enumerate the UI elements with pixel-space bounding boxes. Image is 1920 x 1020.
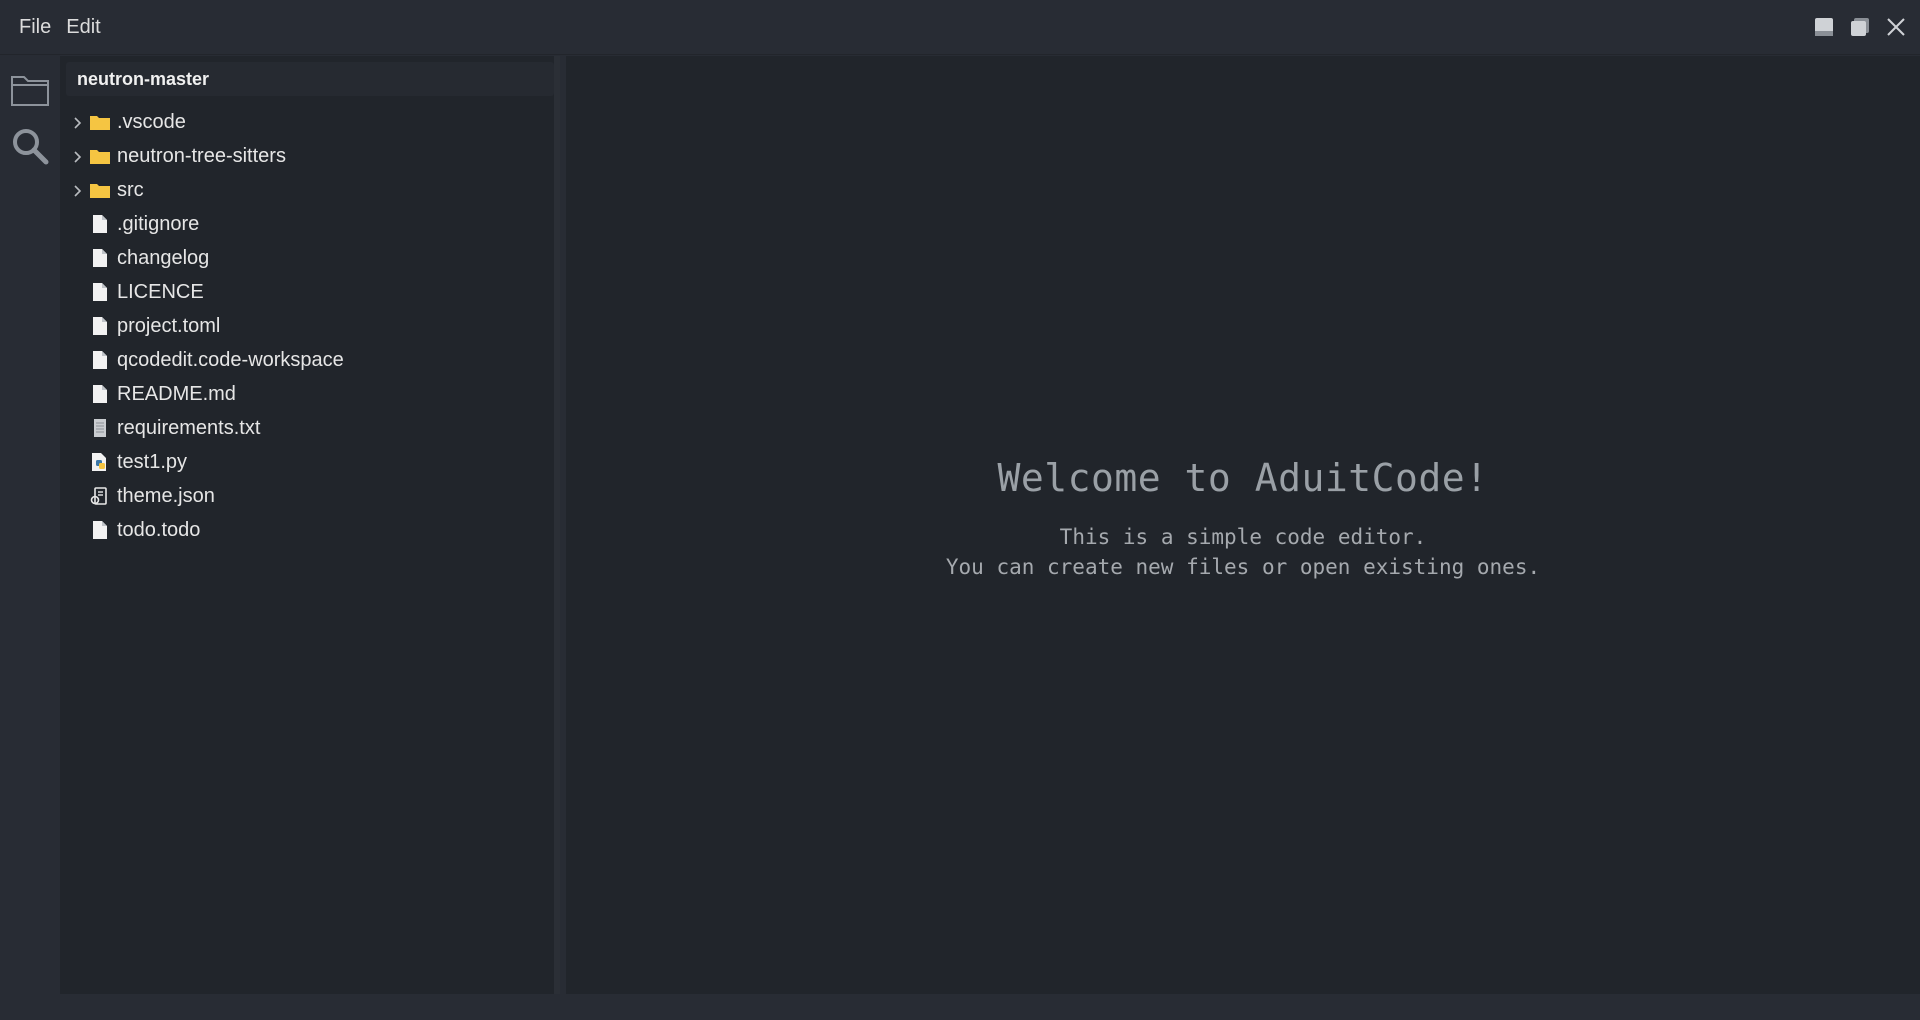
tree-item-label: todo.todo (117, 519, 201, 541)
tree-item-label: theme.json (117, 485, 215, 507)
tree-item-label: test1.py (117, 451, 188, 473)
tree-item-label: .vscode (117, 111, 186, 133)
tree-item-readme[interactable]: README.md (60, 378, 554, 412)
json-file-icon (90, 486, 110, 506)
explorer-button[interactable] (10, 70, 50, 110)
file-icon (90, 520, 110, 540)
tree-item-label: README.md (117, 383, 236, 405)
minimize-icon (1815, 18, 1833, 36)
tree-item-changelog[interactable]: changelog (60, 242, 554, 276)
tree-item-label: project.toml (117, 315, 221, 337)
menu-bar: File Edit (19, 16, 101, 39)
folder-icon (11, 76, 49, 106)
editor-area[interactable]: Welcome to AduitCode! This is a simple c… (566, 56, 1920, 994)
menu-edit[interactable]: Edit (66, 16, 100, 39)
welcome-line-2: You can create new files or open existin… (945, 555, 1541, 579)
tree-item-gitignore[interactable]: .gitignore (60, 208, 554, 242)
status-bar (0, 994, 1920, 1020)
search-button[interactable] (10, 126, 50, 166)
maximize-button[interactable] (1850, 16, 1870, 38)
file-tree: .vscode neutron-tree-sitters src .gitign… (60, 106, 554, 548)
text-file-icon (90, 418, 110, 438)
file-icon (90, 316, 110, 336)
tree-item-test1-py[interactable]: test1.py (60, 446, 554, 480)
tree-item-code-workspace[interactable]: qcodedit.code-workspace (60, 344, 554, 378)
file-icon (90, 350, 110, 370)
file-icon (90, 214, 110, 234)
tree-item-licence[interactable]: LICENCE (60, 276, 554, 310)
title-bar: File Edit (0, 0, 1920, 55)
tree-item-vscode[interactable]: .vscode (60, 106, 554, 140)
folder-icon (90, 146, 110, 166)
minimize-button[interactable] (1814, 16, 1834, 38)
tree-item-src[interactable]: src (60, 174, 554, 208)
window-controls (1814, 16, 1906, 38)
tree-item-label: src (117, 179, 144, 201)
tree-item-todo[interactable]: todo.todo (60, 514, 554, 548)
tree-item-project-toml[interactable]: project.toml (60, 310, 554, 344)
welcome-line-1: This is a simple code editor. (1059, 525, 1427, 549)
file-icon (90, 282, 110, 302)
chevron-right-icon (74, 117, 82, 129)
activity-bar (0, 56, 60, 994)
folder-icon (90, 180, 110, 200)
tree-item-label: LICENCE (117, 281, 204, 303)
file-icon (90, 248, 110, 268)
close-button[interactable] (1886, 16, 1906, 38)
tree-item-label: neutron-tree-sitters (117, 145, 286, 167)
folder-icon (90, 112, 110, 132)
tree-item-label: .gitignore (117, 213, 200, 235)
explorer-root-title[interactable]: neutron-master (66, 62, 554, 96)
file-icon (90, 384, 110, 404)
tree-item-label: qcodedit.code-workspace (117, 349, 344, 371)
menu-file[interactable]: File (19, 16, 51, 39)
tree-item-neutron-tree-sitters[interactable]: neutron-tree-sitters (60, 140, 554, 174)
welcome-title: Welcome to AduitCode! (997, 456, 1489, 500)
explorer-sidebar: neutron-master .vscode neutron-tree-sitt… (60, 56, 560, 994)
tree-item-label: changelog (117, 247, 210, 269)
tree-item-label: requirements.txt (117, 417, 261, 439)
welcome-panel: Welcome to AduitCode! This is a simple c… (566, 456, 1920, 582)
python-file-icon (90, 452, 110, 472)
chevron-right-icon (74, 185, 82, 197)
close-icon (1887, 18, 1905, 36)
chevron-right-icon (74, 151, 82, 163)
search-icon (13, 129, 49, 165)
maximize-icon (1851, 18, 1869, 36)
tree-item-theme-json[interactable]: theme.json (60, 480, 554, 514)
tree-item-requirements[interactable]: requirements.txt (60, 412, 554, 446)
